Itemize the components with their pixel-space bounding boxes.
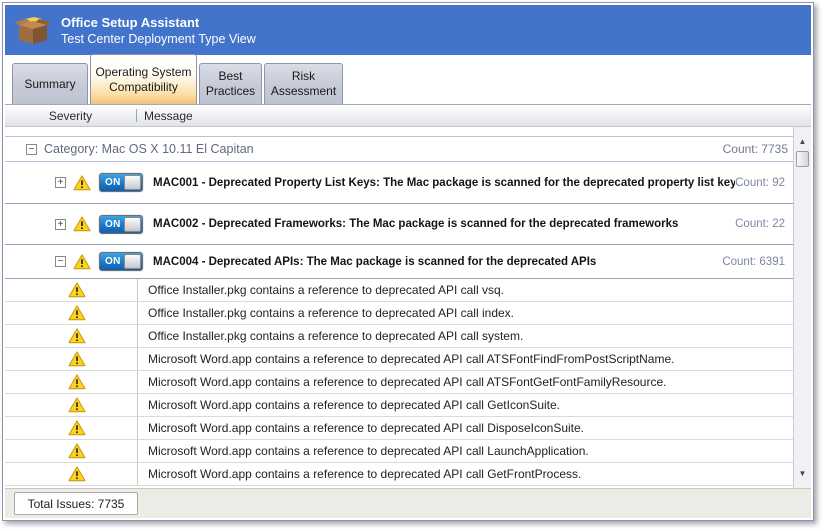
rule-title: MAC001 - Deprecated Property List Keys: … [153, 177, 735, 189]
issue-message: Office Installer.pkg contains a referenc… [137, 325, 793, 347]
warning-icon [73, 254, 91, 270]
toggle-on-label: ON [105, 177, 121, 188]
results-table: − Category: Mac OS X 10.11 El Capitan Co… [5, 127, 811, 488]
rule-title: MAC004 - Deprecated APIs: The Mac packag… [153, 256, 596, 268]
category-label: Category: Mac OS X 10.11 El Capitan [44, 142, 254, 156]
issue-message: Microsoft Word.app contains a reference … [137, 394, 793, 416]
warning-icon [68, 351, 86, 367]
toggle-on-label: ON [105, 219, 121, 230]
issue-message: Microsoft Word.app contains a reference … [137, 440, 793, 462]
issue-row[interactable]: Office Installer.pkg contains a referenc… [5, 325, 793, 348]
rule-row-mac004[interactable]: − ON MAC004 - Deprecated APIs: The Mac p… [5, 245, 793, 279]
rule-count: Count: 6391 [722, 256, 785, 268]
rule-title: MAC002 - Deprecated Frameworks: The Mac … [153, 218, 678, 230]
toggle-knob[interactable] [124, 217, 141, 232]
toggle-knob[interactable] [124, 175, 141, 190]
warning-icon [73, 175, 91, 191]
vertical-scrollbar[interactable]: ▲ ▼ [793, 127, 811, 488]
tab-risk-assessment[interactable]: Risk Assessment [264, 63, 343, 104]
issue-row[interactable]: Microsoft Word.app contains a reference … [5, 371, 793, 394]
rule-row-mac001[interactable]: + ON MAC001 - Deprecated Property List K… [5, 162, 793, 204]
issue-message: Office Installer.pkg contains a referenc… [137, 279, 793, 301]
warning-icon [68, 420, 86, 436]
issue-message: Microsoft Word.app contains a reference … [137, 463, 793, 485]
warning-icon [68, 374, 86, 390]
issue-row[interactable]: Office Installer.pkg contains a referenc… [5, 279, 793, 302]
category-count: Count: 7735 [723, 142, 788, 156]
issue-row[interactable]: Microsoft Word.app contains a reference … [5, 463, 793, 486]
rule-toggle[interactable]: ON [99, 215, 143, 234]
rule-toggle[interactable]: ON [99, 252, 143, 271]
issue-row[interactable]: Microsoft Word.app contains a reference … [5, 440, 793, 463]
titlebar: Office Setup Assistant Test Center Deplo… [5, 5, 811, 55]
toggle-on-label: ON [105, 256, 121, 267]
rule-toggle[interactable]: ON [99, 173, 143, 192]
toggle-knob[interactable] [124, 254, 141, 269]
warning-icon [68, 397, 86, 413]
column-divider [136, 109, 137, 122]
rule-count: Count: 22 [735, 218, 785, 230]
expand-icon[interactable]: + [55, 219, 66, 230]
expand-icon[interactable]: + [55, 177, 66, 188]
collapse-icon[interactable]: − [55, 256, 66, 267]
issue-row[interactable]: Office Installer.pkg contains a referenc… [5, 302, 793, 325]
message-column-header[interactable]: Message [144, 109, 193, 123]
app-title: Office Setup Assistant [61, 14, 256, 31]
warning-icon [68, 443, 86, 459]
scroll-down-button[interactable]: ▼ [799, 468, 807, 480]
results-rows: − Category: Mac OS X 10.11 El Capitan Co… [5, 127, 793, 488]
warning-icon [68, 466, 86, 482]
scrollbar-thumb[interactable] [796, 151, 809, 167]
collapse-icon[interactable]: − [26, 144, 37, 155]
issue-message: Microsoft Word.app contains a reference … [137, 348, 793, 370]
app-subtitle: Test Center Deployment Type View [61, 31, 256, 47]
rule-count: Count: 92 [735, 177, 785, 189]
issue-row[interactable]: Microsoft Word.app contains a reference … [5, 348, 793, 371]
status-bar: Total Issues: 7735 [5, 488, 811, 518]
tab-summary[interactable]: Summary [12, 63, 88, 104]
issue-row[interactable]: Microsoft Word.app contains a reference … [5, 417, 793, 440]
issue-message: Microsoft Word.app contains a reference … [137, 371, 793, 393]
category-row[interactable]: − Category: Mac OS X 10.11 El Capitan Co… [5, 136, 793, 162]
warning-icon [68, 282, 86, 298]
titlebar-text: Office Setup Assistant Test Center Deplo… [61, 14, 256, 47]
total-issues-badge: Total Issues: 7735 [14, 492, 138, 515]
warning-icon [68, 305, 86, 321]
column-header-row: Severity Message [5, 105, 811, 127]
tab-operating-system-compatibility[interactable]: Operating System Compatibility [90, 54, 197, 104]
severity-column-header[interactable]: Severity [5, 109, 136, 123]
tab-bar: Summary Operating System Compatibility B… [5, 55, 811, 105]
rule-row-mac002[interactable]: + ON MAC002 - Deprecated Frameworks: The… [5, 204, 793, 245]
issue-message: Office Installer.pkg contains a referenc… [137, 302, 793, 324]
scroll-up-button[interactable]: ▲ [799, 136, 807, 148]
issue-row[interactable]: Microsoft Word.app contains a reference … [5, 394, 793, 417]
warning-icon [73, 216, 91, 232]
warning-icon [68, 328, 86, 344]
package-box-icon [15, 14, 51, 46]
app-window: Office Setup Assistant Test Center Deplo… [2, 2, 814, 521]
issue-message: Microsoft Word.app contains a reference … [137, 417, 793, 439]
tab-best-practices[interactable]: Best Practices [199, 63, 262, 104]
